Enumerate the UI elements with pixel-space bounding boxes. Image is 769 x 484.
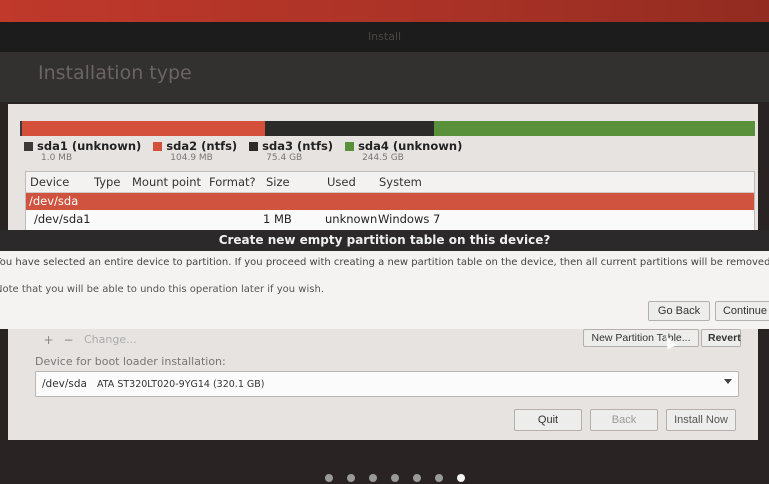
partition-usage-bar [20,121,755,136]
legend-name: sda4 (unknown) [358,139,463,153]
row-device: /dev/sda [29,194,79,208]
dialog-message: You have selected an entire device to pa… [0,257,769,268]
table-row[interactable]: /dev/sda1 1 MB unknown Windows 7 [26,210,754,227]
continue-button[interactable]: Continue [715,301,769,321]
column-used[interactable]: Used [327,175,356,189]
legend-item: sda4 (unknown) 244.5 GB [345,139,462,163]
confirm-dialog: You have selected an entire device to pa… [0,251,769,329]
dialog-note: Note that you will be able to undo this … [0,284,324,295]
column-device[interactable]: Device [30,175,69,189]
legend-swatch [345,142,355,151]
go-back-button[interactable]: Go Back [648,301,710,321]
partition-legend: sda1 (unknown) 1.0 MB sda2 (ntfs) 104.9 MB s… [24,139,462,163]
column-system[interactable]: System [379,175,422,189]
column-size[interactable]: Size [266,175,290,189]
table-header: Device Type Mount point Format? Size Use… [26,172,754,193]
boot-device-model: ATA ST320LT020-9YG14 (320.1 GB) [96,379,265,390]
row-used: unknown [325,212,378,226]
progress-dot [435,474,443,482]
progress-dot [369,474,377,482]
legend-size: 75.4 GB [266,153,303,163]
legend-swatch [153,142,163,151]
boot-device: /dev/sda [42,378,87,390]
column-mount-point[interactable]: Mount point [132,175,201,189]
legend-name: sda1 (unknown) [37,139,142,153]
revert-button[interactable]: Revert [701,329,741,347]
boot-loader-select[interactable]: /dev/sda ATA ST320LT020-9YG14 (320.1 GB) [35,371,739,397]
column-type[interactable]: Type [94,175,120,189]
window-title: Install [367,30,402,43]
legend-name: sda2 (ntfs) [166,139,238,153]
progress-dot [391,474,399,482]
dialog-title: Create new empty partition table on this… [0,230,769,251]
legend-size: 104.9 MB [170,153,213,163]
progress-dot [457,474,465,482]
progress-dot [413,474,421,482]
progress-dot [325,474,333,482]
back-button[interactable]: Back [590,409,658,431]
window-title-bar: Install [0,22,769,52]
legend-name: sda3 (ntfs) [262,139,334,153]
partition-segment [264,121,434,136]
progress-dots [325,474,465,482]
column-format[interactable]: Format? [209,175,256,189]
table-row-selected[interactable]: /dev/sda [26,193,754,210]
install-now-button[interactable]: Install Now [666,409,736,431]
row-device: /dev/sda1 [34,212,91,226]
row-system: Windows 7 [378,212,441,226]
boot-loader-label: Device for boot loader installation: [35,355,226,368]
add-partition-button[interactable]: + [40,333,57,347]
legend-size: 244.5 GB [362,153,404,163]
row-size: 1 MB [263,212,292,226]
new-partition-table-button[interactable]: New Partition Table... [583,329,699,347]
boot-loader-value: /dev/sda ATA ST320LT020-9YG14 (320.1 GB) [42,378,264,390]
partition-table: Device Type Mount point Format? Size Use… [25,171,755,231]
legend-item: sda1 (unknown) 1.0 MB [24,139,141,163]
progress-dot [347,474,355,482]
legend-size: 1.0 MB [41,153,73,163]
partition-segment [433,121,755,136]
legend-item: sda2 (ntfs) 104.9 MB [153,139,237,163]
chevron-down-icon [724,379,732,384]
legend-swatch [249,142,259,151]
legend-item: sda3 (ntfs) 75.4 GB [249,139,333,163]
remove-partition-button[interactable]: − [60,333,77,347]
change-partition-button[interactable]: Change... [84,333,137,346]
partition-segment [22,121,265,136]
legend-swatch [24,142,33,151]
page-heading: Installation type [38,62,192,84]
quit-button[interactable]: Quit [514,409,582,431]
